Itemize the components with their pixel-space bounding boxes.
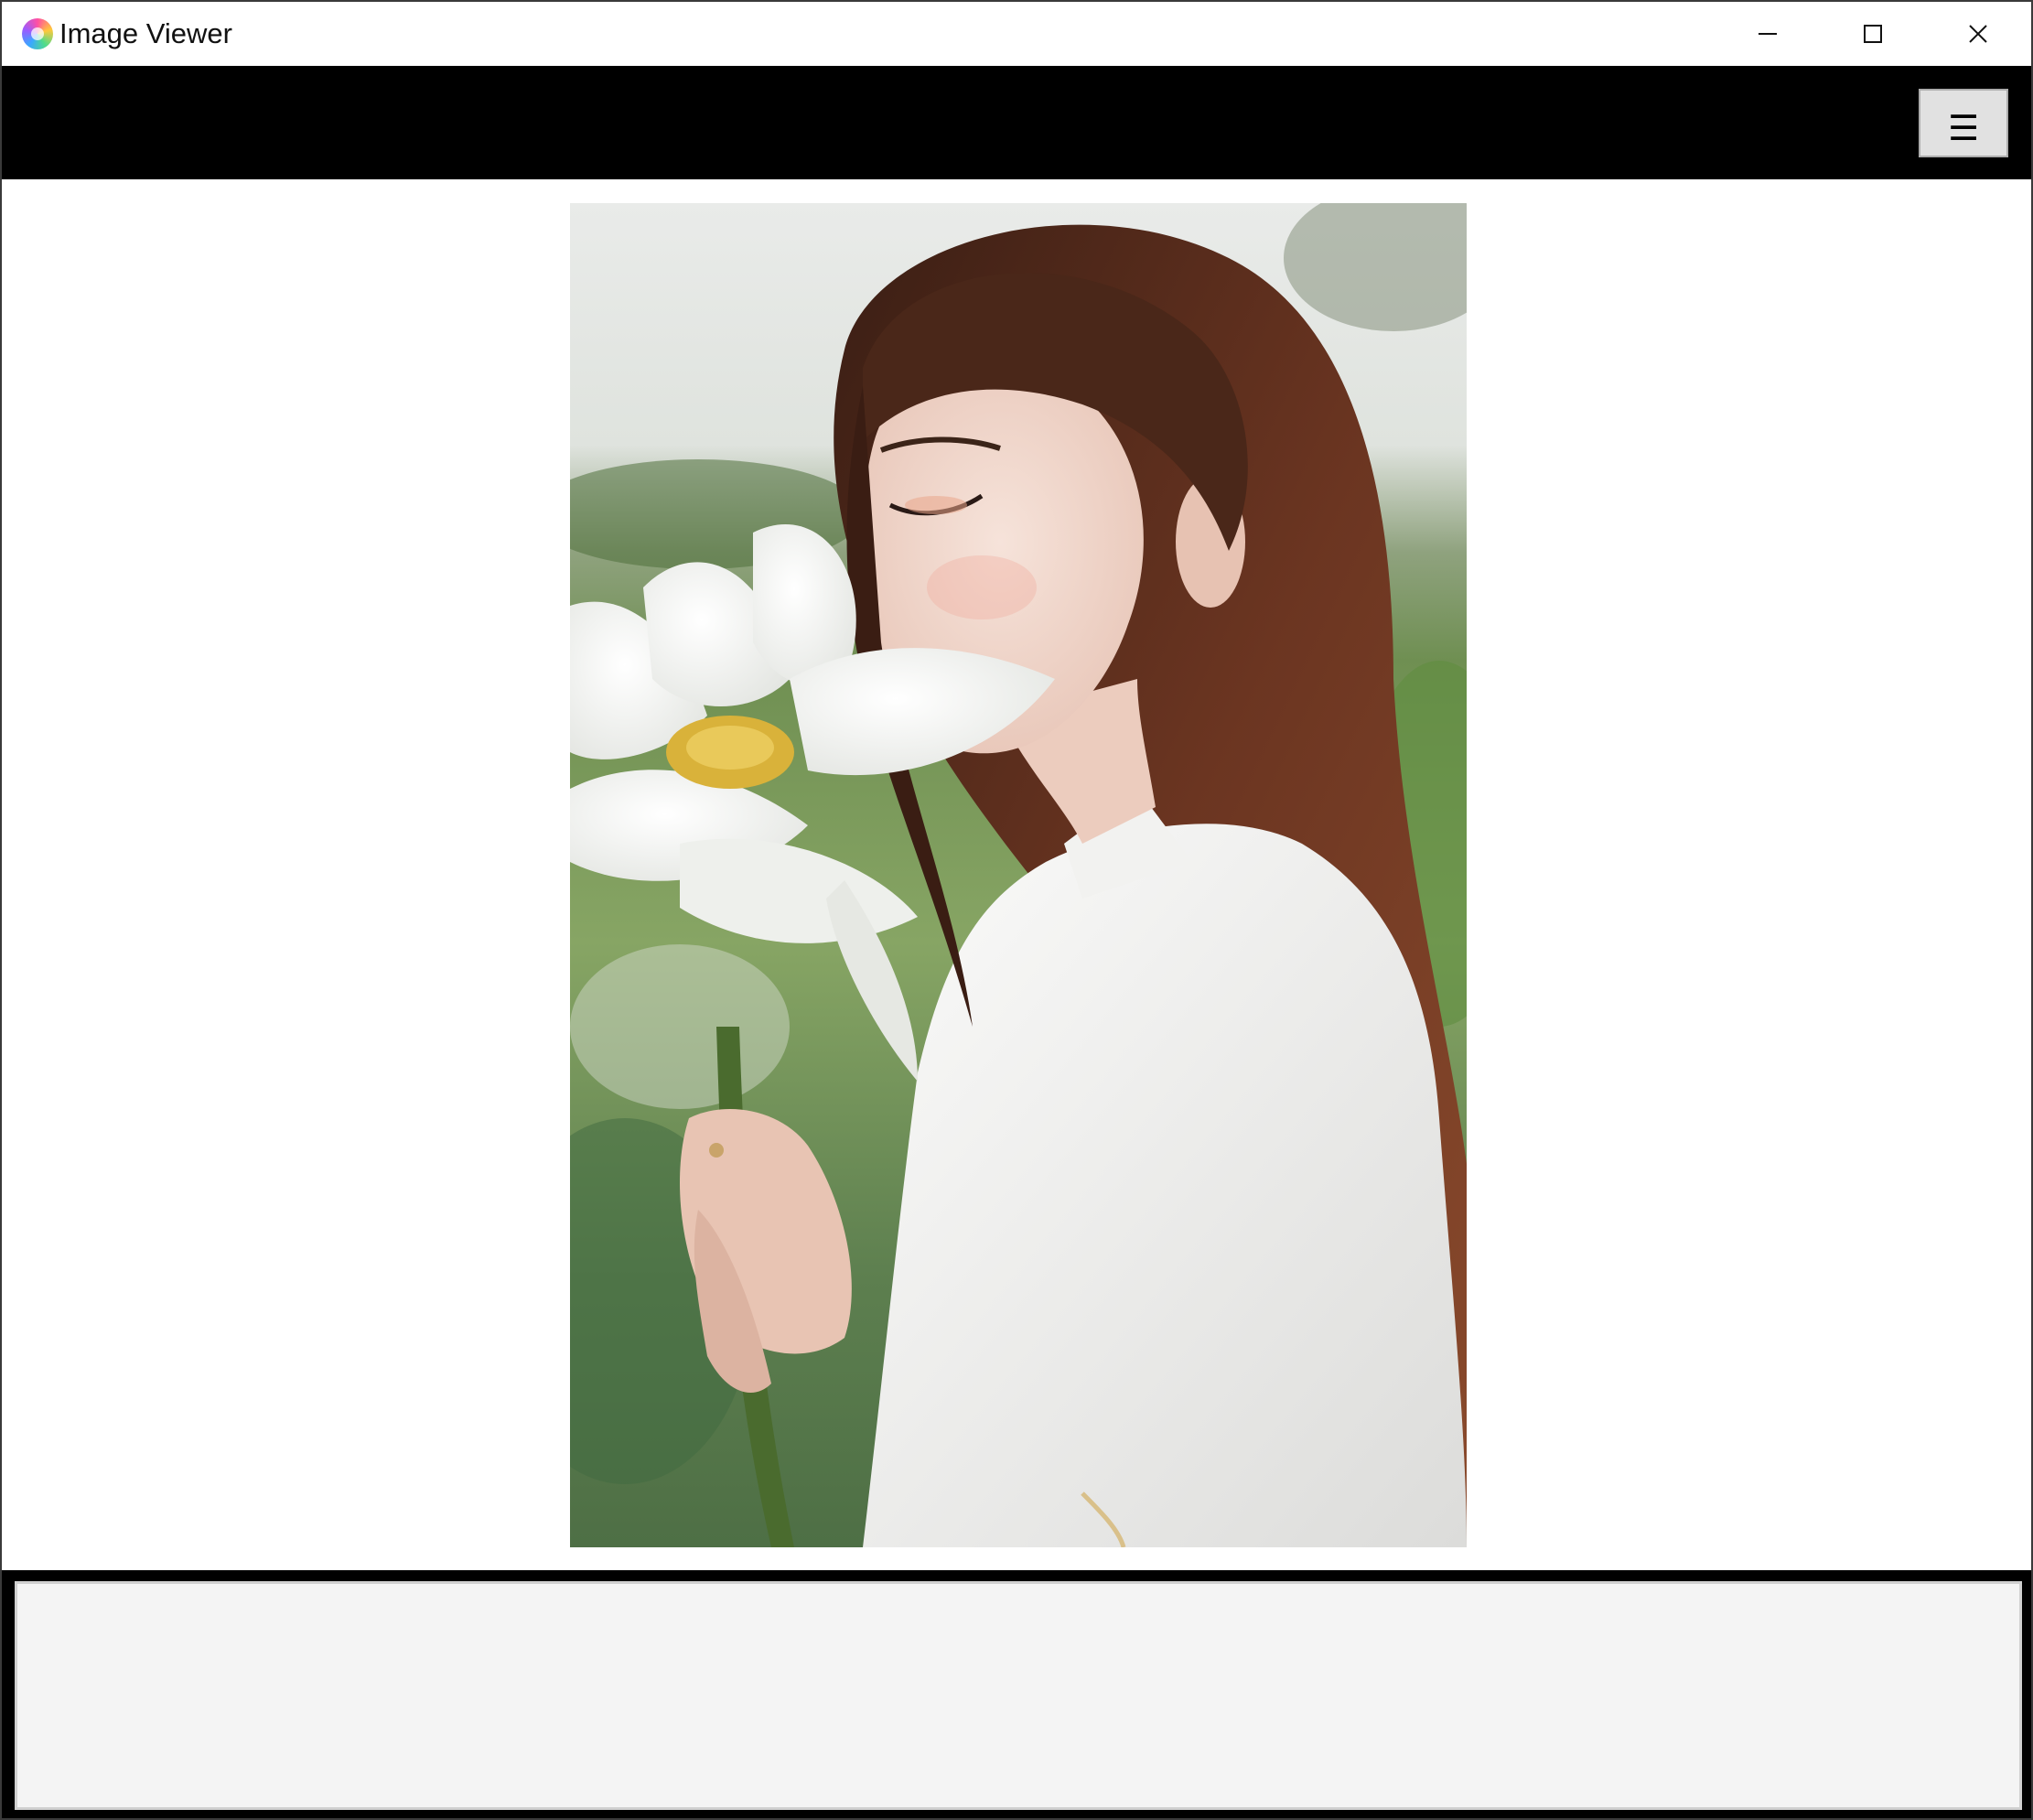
window-title: Image Viewer [59, 17, 232, 49]
menu-button[interactable]: ☰ [1919, 89, 2008, 157]
minimize-icon [1759, 33, 1777, 35]
app-icon [22, 18, 53, 49]
bottom-bar [2, 1570, 2031, 1818]
maximize-button[interactable] [1820, 2, 1926, 66]
close-button[interactable] [1925, 2, 2031, 66]
title-bar[interactable]: Image Viewer [2, 2, 2031, 66]
image-display-area [2, 179, 2031, 1570]
maximize-icon [1864, 25, 1882, 43]
toolbar: ☰ [2, 66, 2031, 179]
photo-illustration [570, 203, 1467, 1547]
image-viewer-window: Image Viewer ☰ [0, 0, 2033, 1820]
displayed-photo[interactable] [570, 203, 1467, 1547]
close-icon [1969, 25, 1987, 43]
hamburger-menu-icon: ☰ [1947, 107, 1980, 148]
thumbnail-strip[interactable] [15, 1581, 2022, 1810]
minimize-button[interactable] [1715, 2, 1821, 66]
